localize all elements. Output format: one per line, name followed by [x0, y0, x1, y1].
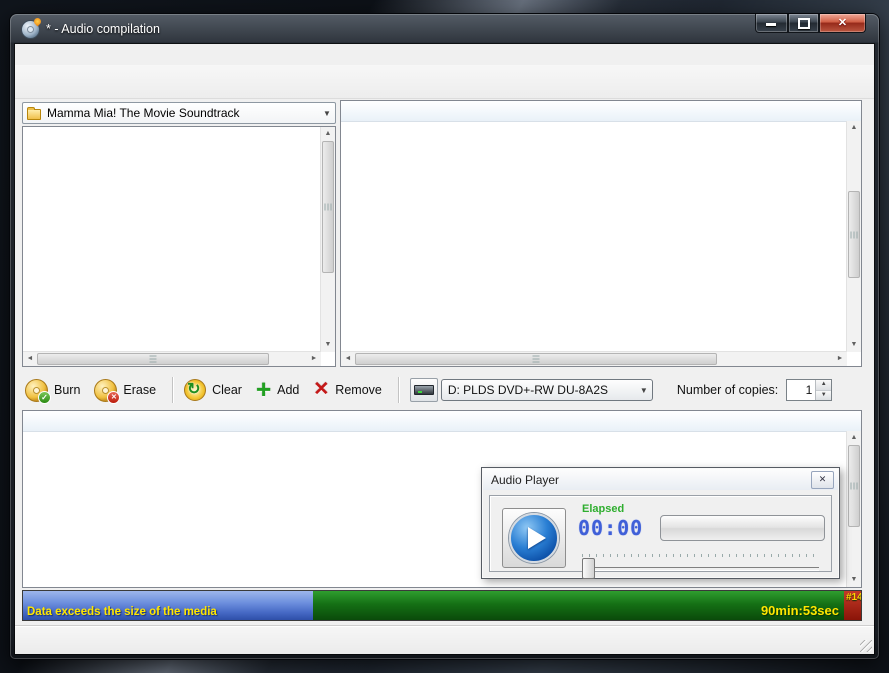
play-button[interactable] [502, 508, 566, 568]
stepper-up-icon[interactable]: ▲ [816, 380, 831, 391]
remove-icon [313, 378, 329, 401]
resize-grip[interactable] [860, 640, 872, 652]
folder-combo-value: Mamma Mia! The Movie Soundtrack [45, 106, 319, 120]
folder-tree: ▲ ▼ ◄ ► [22, 126, 336, 367]
scroll-up-icon[interactable]: ▲ [321, 127, 335, 141]
erase-disc-icon [94, 379, 117, 402]
close-button[interactable] [819, 14, 866, 33]
seek-slider-track[interactable] [582, 567, 819, 571]
play-icon [509, 513, 559, 563]
audio-player-title: Audio Player [491, 473, 559, 487]
client-area: Mamma Mia! The Movie Soundtrack ▼ ▲ ▼ ◄ … [15, 44, 874, 654]
drive-select[interactable]: D: PLDS DVD+-RW DU-8A2S ▼ [441, 379, 653, 401]
audio-player-titlebar[interactable]: Audio Player [483, 469, 838, 490]
scrollbar-thumb[interactable] [355, 353, 717, 365]
window-title: * - Audio compilation [46, 22, 160, 36]
tree-vertical-scrollbar[interactable]: ▲ ▼ [320, 127, 335, 352]
capacity-overflow-segment: #14 [844, 591, 861, 620]
capacity-total-time: 90min:53sec [761, 603, 839, 618]
seek-slider-ticks [582, 554, 819, 557]
audio-player-window: Audio Player ✕ Elapsed 00:00 [481, 467, 840, 579]
desktop-background: * - Audio compilation Mamma Mia! The Mov… [0, 0, 889, 673]
chevron-down-icon[interactable]: ▼ [319, 109, 335, 118]
clear-button[interactable]: Clear [184, 379, 242, 401]
copies-label: Number of copies: [677, 383, 778, 397]
seek-slider-thumb[interactable] [582, 558, 595, 579]
track-table-vertical-scrollbar[interactable]: ▲ ▼ [846, 431, 861, 587]
file-list-header [341, 101, 861, 122]
stepper-down-icon[interactable]: ▼ [816, 391, 831, 401]
scroll-left-icon[interactable]: ◄ [23, 352, 37, 366]
folder-combo[interactable]: Mamma Mia! The Movie Soundtrack ▼ [22, 102, 336, 124]
folder-icon [27, 109, 41, 120]
erase-label: Erase [123, 383, 156, 397]
scrollbar-thumb[interactable] [322, 141, 334, 273]
window-titlebar[interactable]: * - Audio compilation [10, 14, 879, 44]
chevron-down-icon[interactable]: ▼ [636, 386, 652, 395]
scroll-right-icon[interactable]: ► [833, 352, 847, 366]
minimize-button[interactable] [755, 14, 788, 33]
file-list: ▲ ▼ ◄ ► [340, 100, 862, 367]
clear-icon [184, 379, 206, 401]
clear-label: Clear [212, 383, 242, 397]
drive-icon [414, 385, 434, 395]
elapsed-label: Elapsed [582, 503, 624, 515]
scroll-right-icon[interactable]: ► [307, 352, 321, 366]
burn-button[interactable]: Burn [25, 379, 80, 402]
status-bar [15, 626, 874, 654]
drive-select-value: D: PLDS DVD+-RW DU-8A2S [448, 383, 608, 397]
toolbar-separator [172, 377, 174, 403]
audio-player-close-button[interactable]: ✕ [811, 471, 834, 489]
file-list-vertical-scrollbar[interactable]: ▲ ▼ [846, 121, 861, 352]
file-list-horizontal-scrollbar[interactable]: ◄ ► [341, 351, 847, 366]
playback-progress-bar [660, 515, 825, 541]
add-label: Add [277, 383, 299, 397]
remove-label: Remove [335, 383, 382, 397]
capacity-bar: Data exceeds the size of the media #14 9… [22, 590, 862, 621]
scroll-down-icon[interactable]: ▼ [847, 573, 861, 587]
track-table-header [23, 411, 861, 432]
elapsed-time-display: 00:00 [578, 516, 643, 540]
menu-bar [15, 44, 874, 65]
app-window: * - Audio compilation Mamma Mia! The Mov… [10, 14, 879, 659]
tree-horizontal-scrollbar[interactable]: ◄ ► [23, 351, 321, 366]
add-icon [256, 379, 271, 401]
scrollbar-thumb[interactable] [37, 353, 269, 365]
burn-toolbar: Burn Erase Clear Add Remove [15, 372, 874, 408]
scroll-down-icon[interactable]: ▼ [321, 338, 335, 352]
scroll-down-icon[interactable]: ▼ [847, 338, 861, 352]
remove-button[interactable]: Remove [313, 380, 381, 401]
audio-player-body: Elapsed 00:00 [489, 495, 832, 572]
add-button[interactable]: Add [256, 379, 299, 401]
erase-button[interactable]: Erase [94, 379, 156, 402]
drive-button[interactable] [410, 378, 438, 402]
scrollbar-thumb[interactable] [848, 445, 860, 527]
capacity-warning-text: Data exceeds the size of the media [27, 606, 217, 618]
scrollbar-thumb[interactable] [848, 191, 860, 278]
capacity-segment-label: #14 [846, 592, 861, 603]
toolbar-separator [398, 377, 400, 403]
copies-value: 1 [787, 380, 815, 400]
app-icon [21, 20, 40, 39]
scroll-up-icon[interactable]: ▲ [847, 121, 861, 135]
maximize-button[interactable] [788, 14, 819, 33]
main-toolbar [15, 65, 874, 99]
burn-label: Burn [54, 383, 80, 397]
capacity-message-area: Data exceeds the size of the media [23, 591, 313, 620]
copies-stepper[interactable]: 1 ▲ ▼ [786, 379, 832, 401]
scroll-up-icon[interactable]: ▲ [847, 431, 861, 445]
burn-disc-icon [25, 379, 48, 402]
scroll-left-icon[interactable]: ◄ [341, 352, 355, 366]
